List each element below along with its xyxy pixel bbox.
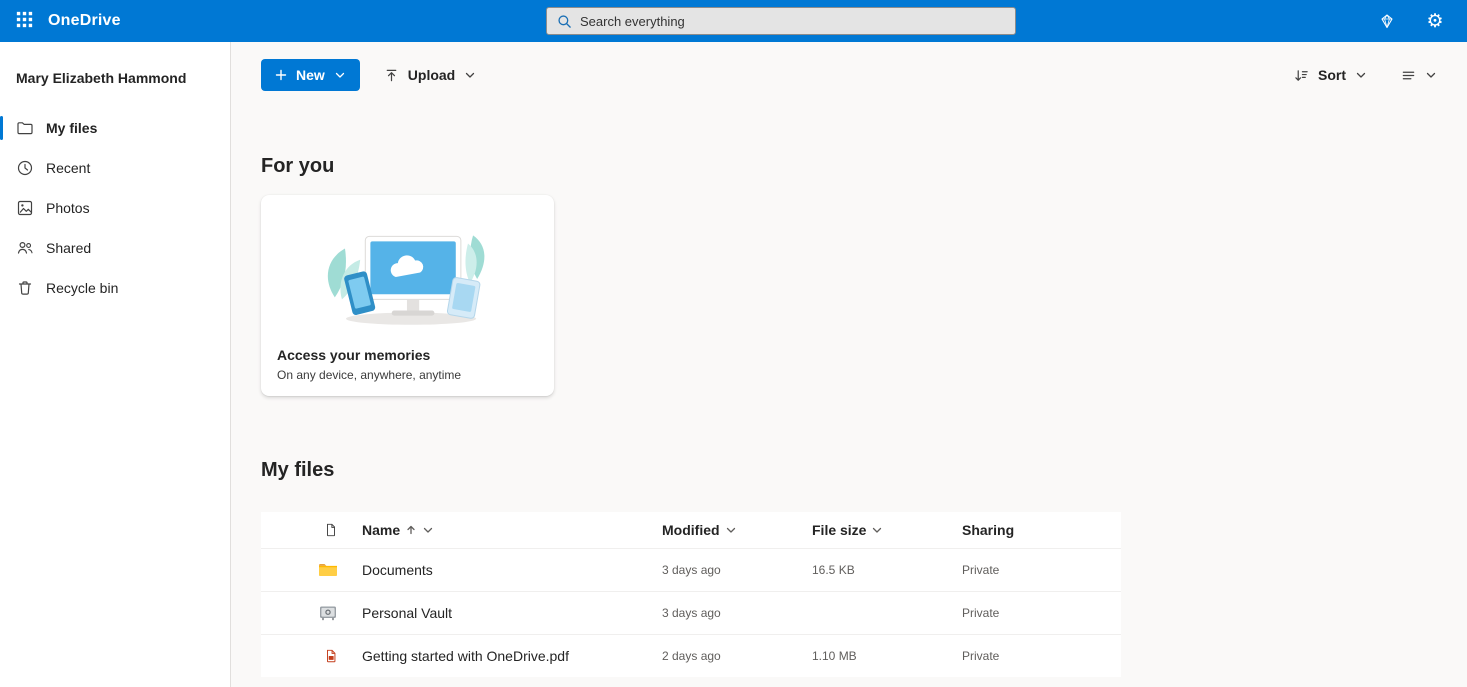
list-view-icon [1401, 68, 1416, 83]
file-sharing: Private [962, 649, 1121, 663]
main-content: New Upload Sort [231, 42, 1467, 687]
upload-button[interactable]: Upload [374, 59, 486, 91]
new-button-label: New [296, 67, 325, 83]
upload-icon [384, 68, 399, 83]
file-modified: 3 days ago [662, 606, 812, 620]
folder-icon [318, 562, 338, 578]
plus-icon [275, 69, 287, 81]
column-header-name[interactable]: Name [362, 522, 662, 538]
sidebar-item-label: Photos [46, 200, 90, 216]
chevron-down-icon [871, 524, 883, 536]
new-button[interactable]: New [261, 59, 360, 91]
file-size: 1.10 MB [812, 649, 962, 663]
sidebar-item-label: Recycle bin [46, 280, 118, 296]
search-box[interactable] [546, 7, 1016, 35]
sidebar-item-my-files[interactable]: My files [0, 108, 230, 148]
sort-icon [1294, 68, 1309, 83]
sidebar-item-shared[interactable]: Shared [0, 228, 230, 268]
my-files-heading: My files [261, 459, 1447, 482]
sidebar-item-label: My files [46, 120, 97, 136]
my-files-section: My files Name [261, 459, 1447, 677]
file-modified: 3 days ago [662, 563, 812, 577]
sidebar-item-photos[interactable]: Photos [0, 188, 230, 228]
sidebar-item-recycle-bin[interactable]: Recycle bin [0, 268, 230, 308]
people-icon [16, 239, 34, 257]
view-options-button[interactable] [1391, 59, 1447, 91]
column-header-sharing[interactable]: Sharing [962, 522, 1121, 538]
sidebar-item-recent[interactable]: Recent [0, 148, 230, 188]
sort-button[interactable]: Sort [1284, 59, 1377, 91]
upload-button-label: Upload [408, 67, 455, 83]
files-table-header: Name Modified [261, 512, 1121, 548]
column-header-file-size[interactable]: File size [812, 522, 962, 538]
waffle-icon [16, 11, 33, 31]
search-input[interactable] [580, 14, 1005, 29]
memories-card[interactable]: Access your memories On any device, anyw… [261, 195, 554, 396]
table-row-getting-started-pdf[interactable]: Getting started with OneDrive.pdf 2 days… [261, 634, 1121, 677]
sidebar: Mary Elizabeth Hammond My files Recent [0, 42, 231, 687]
column-label: Name [362, 522, 400, 538]
memories-card-subtitle: On any device, anywhere, anytime [277, 368, 538, 382]
chevron-down-icon [1425, 69, 1437, 81]
gear-icon: ⚙ [1426, 12, 1443, 31]
chevron-down-icon [1355, 69, 1367, 81]
app-title[interactable]: OneDrive [48, 12, 121, 30]
diamond-icon [1379, 13, 1395, 29]
pdf-icon [324, 648, 338, 664]
settings-button[interactable]: ⚙ [1419, 5, 1451, 37]
sidebar-nav: My files Recent Photos Shared [0, 108, 230, 308]
top-app-bar: OneDrive ⚙ [0, 0, 1467, 42]
selected-indicator [0, 116, 3, 140]
files-table: Name Modified [261, 512, 1121, 677]
file-sharing: Private [962, 563, 1121, 577]
chevron-down-icon [725, 524, 737, 536]
for-you-heading: For you [261, 155, 1447, 178]
view-controls: Sort [1284, 59, 1447, 91]
sidebar-item-label: Shared [46, 240, 91, 256]
memories-card-title: Access your memories [277, 347, 538, 363]
recycle-bin-icon [16, 279, 34, 297]
for-you-section: For you [261, 155, 1447, 396]
chevron-down-icon [422, 524, 434, 536]
file-sharing: Private [962, 606, 1121, 620]
column-label: Modified [662, 522, 720, 538]
document-type-icon [324, 522, 338, 538]
memories-illustration [277, 207, 538, 347]
header-actions: ⚙ [1371, 5, 1467, 37]
sort-ascending-icon [405, 524, 417, 536]
photos-icon [16, 199, 34, 217]
search-icon [557, 14, 572, 29]
table-row-documents[interactable]: Documents 3 days ago 16.5 KB Private [261, 548, 1121, 591]
chevron-down-icon [334, 69, 346, 81]
app-launcher-button[interactable] [0, 0, 48, 42]
table-row-personal-vault[interactable]: Personal Vault 3 days ago Private [261, 591, 1121, 634]
file-modified: 2 days ago [662, 649, 812, 663]
folder-icon [16, 119, 34, 137]
vault-icon [318, 605, 338, 621]
clock-icon [16, 159, 34, 177]
column-label: File size [812, 522, 866, 538]
file-name[interactable]: Personal Vault [362, 605, 662, 621]
user-name: Mary Elizabeth Hammond [0, 70, 230, 86]
sidebar-item-label: Recent [46, 160, 90, 176]
file-name[interactable]: Getting started with OneDrive.pdf [362, 648, 662, 664]
premium-button[interactable] [1371, 5, 1403, 37]
column-label: Sharing [962, 522, 1014, 538]
command-bar: New Upload Sort [261, 59, 1447, 91]
file-name[interactable]: Documents [362, 562, 662, 578]
column-header-modified[interactable]: Modified [662, 522, 812, 538]
file-size: 16.5 KB [812, 563, 962, 577]
chevron-down-icon [464, 69, 476, 81]
sort-button-label: Sort [1318, 67, 1346, 83]
